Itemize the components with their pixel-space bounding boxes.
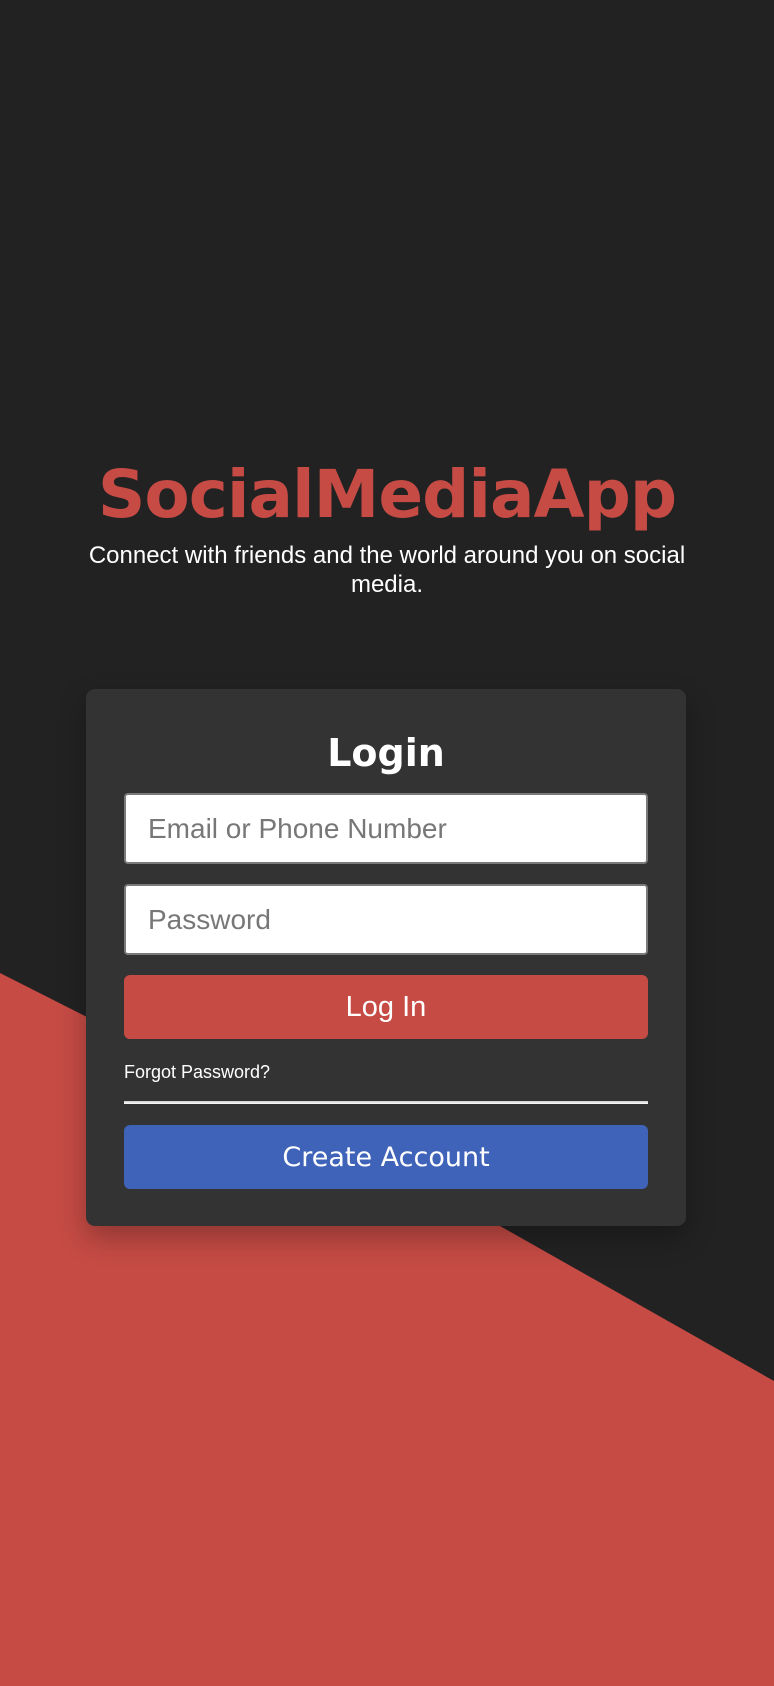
forgot-password-link[interactable]: Forgot Password?: [124, 1061, 270, 1083]
create-account-button[interactable]: Create Account: [124, 1125, 648, 1189]
log-in-button[interactable]: Log In: [124, 975, 648, 1039]
tagline-text: Connect with friends and the world aroun…: [88, 542, 686, 598]
form-divider: [124, 1101, 648, 1104]
login-card: Login Log In Forgot Password? Create Acc…: [86, 689, 686, 1226]
hero-section: SocialMediaApp Connect with friends and …: [0, 455, 774, 599]
login-title: Login: [327, 731, 445, 775]
email-or-phone-input[interactable]: [124, 793, 648, 864]
password-input[interactable]: [124, 884, 648, 955]
brand-logo-text: SocialMediaApp: [97, 456, 677, 533]
